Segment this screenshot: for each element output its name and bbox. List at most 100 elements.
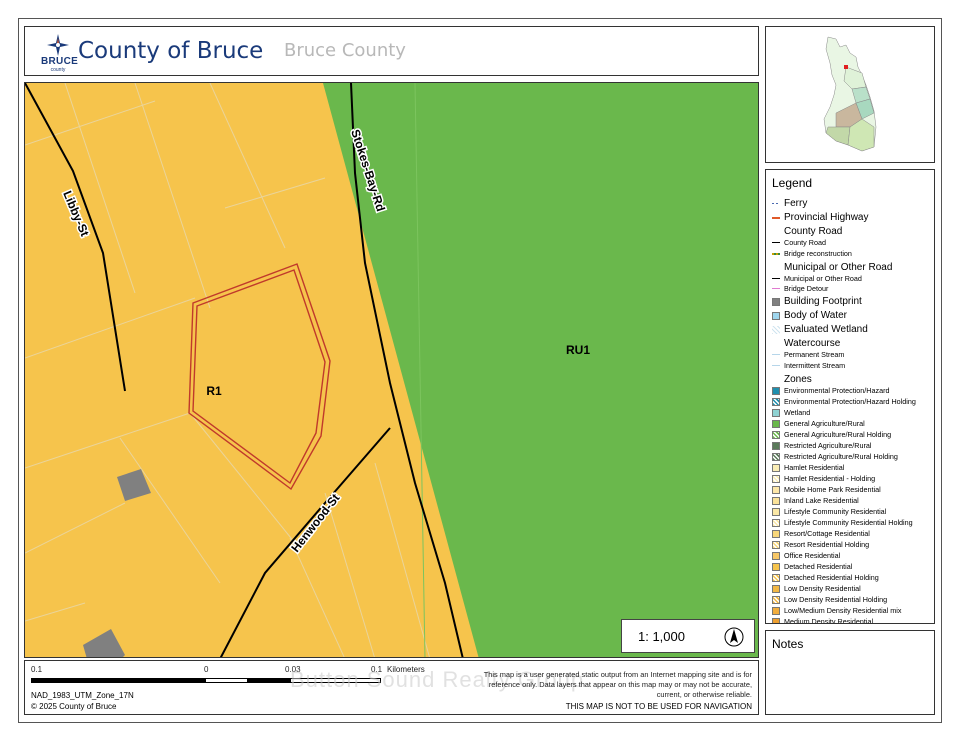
legend-label: County Road — [784, 226, 843, 237]
legend-hatch-swatch — [772, 518, 780, 527]
legend-item: Lifestyle Community Residential — [772, 507, 886, 516]
location-marker — [844, 65, 848, 69]
legend-panel: Legend Ferry Provincial Highway County Roa… — [765, 169, 935, 624]
legend-label: General Agriculture/Rural Holding — [784, 430, 892, 439]
legend-spacer — [772, 264, 780, 272]
legend-spacer — [772, 376, 780, 384]
legend-item: Ferry — [772, 198, 807, 209]
legend-item: Provincial Highway — [772, 212, 868, 223]
legend-label: Office Residential — [784, 551, 841, 560]
legend-item: Detached Residential — [772, 562, 852, 571]
scale-tick: 0 — [204, 665, 209, 674]
legend-item: Inland Lake Residential — [772, 496, 859, 505]
legend-swatch — [772, 408, 780, 417]
legend-label: Inland Lake Residential — [784, 496, 859, 505]
compass-star-icon — [47, 34, 69, 56]
legend-title: Legend — [772, 176, 813, 190]
legend-label: Provincial Highway — [784, 212, 869, 223]
stream-line-icon — [772, 365, 780, 366]
bridge-line-icon — [772, 252, 780, 255]
legend-label: County Road — [784, 238, 826, 247]
overview-map — [765, 26, 935, 163]
legend-item: County Road — [772, 238, 826, 247]
legend-swatch — [772, 529, 780, 538]
notes-title: Notes — [772, 637, 804, 651]
legend-swatch — [772, 606, 780, 615]
legend-spacer — [772, 340, 780, 348]
legend-item: Environmental Protection/Hazard — [772, 386, 889, 395]
overview-map-canvas — [823, 36, 877, 152]
legend-swatch — [772, 419, 780, 428]
scale-ratio: 1: 1,000 — [638, 629, 685, 644]
legend-label: Low/Medium Density Residential mix — [784, 606, 902, 615]
legend-item: Medium Density Residential — [772, 617, 874, 624]
wetland-swatch — [772, 325, 780, 334]
legend-item: Lifestyle Community Residential Holding — [772, 518, 913, 527]
map-title: County of Bruce — [78, 38, 264, 64]
legend-label: Body of Water — [784, 310, 847, 321]
legend-label: Permanent Stream — [784, 350, 845, 359]
legend-label: Lifestyle Community Residential Holding — [784, 518, 913, 527]
legend-label: Bridge Detour — [784, 284, 829, 293]
legend-label: Watercourse — [784, 338, 841, 349]
legend-item: Low Density Residential Holding — [772, 595, 887, 604]
stream-line-icon — [772, 354, 780, 355]
road-line-icon — [772, 241, 780, 244]
legend-label: Municipal or Other Road — [784, 274, 862, 283]
legend-label: Zones — [784, 374, 812, 385]
scale-box: 1: 1,000 — [621, 619, 755, 653]
legend-swatch — [772, 485, 780, 494]
legend-item: General Agriculture/Rural — [772, 419, 865, 428]
legend-item: Bridge Detour — [772, 284, 828, 293]
legend-swatch — [772, 507, 780, 516]
legend-hatch-swatch — [772, 452, 780, 461]
legend-swatch — [772, 441, 780, 450]
disclaimer-text: This map is a user generated static outp… — [483, 670, 752, 699]
map-view[interactable]: R1 RU1 Stokes-Bay-Rd Libby-St Henwood-St… — [24, 82, 759, 658]
legend-item: Resort Residential Holding — [772, 540, 869, 549]
legend-item: Hamlet Residential — [772, 463, 844, 472]
legend-item: Mobile Home Park Residential — [772, 485, 881, 494]
navigation-warning: THIS MAP IS NOT TO BE USED FOR NAVIGATIO… — [565, 702, 752, 711]
legend-hatch-swatch — [772, 397, 780, 406]
legend-item: Restricted Agriculture/Rural — [772, 441, 871, 450]
legend-label: Restricted Agriculture/Rural Holding — [784, 452, 898, 461]
legend-spacer — [772, 228, 780, 236]
legend-label: Medium Density Residential — [784, 617, 874, 624]
legend-item: Restricted Agriculture/Rural Holding — [772, 452, 898, 461]
detour-line-icon — [772, 287, 780, 290]
legend-label: Restricted Agriculture/Rural — [784, 441, 872, 450]
legend-label: Intermittent Stream — [784, 361, 846, 370]
legend-item: County Road — [772, 226, 842, 237]
zone-label-r1: R1 — [206, 384, 222, 398]
legend-swatch — [772, 311, 780, 320]
legend-item: Detached Residential Holding — [772, 573, 879, 582]
legend-swatch — [772, 386, 780, 395]
legend-label: Mobile Home Park Residential — [784, 485, 881, 494]
legend-label: Ferry — [784, 198, 808, 209]
legend-hatch-swatch — [772, 595, 780, 604]
legend-label: Evaluated Wetland — [784, 324, 868, 335]
legend-hatch-swatch — [772, 540, 780, 549]
legend-item: Environmental Protection/Hazard Holding — [772, 397, 916, 406]
road-line-icon — [772, 277, 780, 280]
legend-item: Municipal or Other Road — [772, 274, 862, 283]
zone-label-ru1: RU1 — [566, 343, 590, 357]
legend-label: Low Density Residential Holding — [784, 595, 888, 604]
legend-label: Hamlet Residential - Holding — [784, 474, 876, 483]
footer-panel: 0.1 0 0.03 0.1 Kilometers Button Sound R… — [24, 660, 759, 715]
legend-item: Municipal or Other Road — [772, 262, 892, 273]
legend-item: Watercourse — [772, 338, 840, 349]
map-canvas[interactable]: R1 RU1 Stokes-Bay-Rd Libby-St Henwood-St — [25, 83, 759, 658]
projection-text: NAD_1983_UTM_Zone_17N — [31, 691, 134, 700]
legend-item: Wetland — [772, 408, 810, 417]
legend-label: Detached Residential — [784, 562, 853, 571]
title-panel: BRUCE county County of Bruce Bruce Count… — [24, 26, 759, 76]
legend-label: Resort Residential Holding — [784, 540, 870, 549]
legend-swatch — [772, 463, 780, 472]
legend-label: Building Footprint — [784, 296, 862, 307]
legend-item: Bridge reconstruction — [772, 249, 852, 258]
legend-label: Lifestyle Community Residential — [784, 507, 887, 516]
legend-item: Body of Water — [772, 310, 847, 321]
legend-item: Zones — [772, 374, 812, 385]
